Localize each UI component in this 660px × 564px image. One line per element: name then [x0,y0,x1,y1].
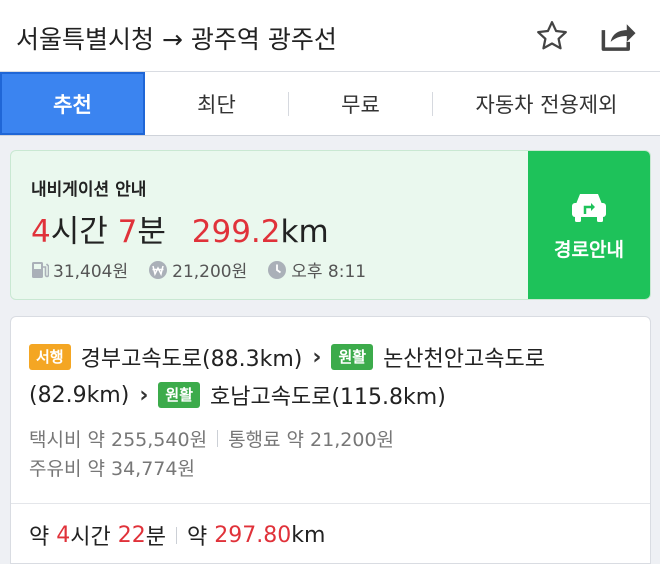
summary-prefix: 약 [186,525,208,550]
road-sequence-line-2: (82.9km) › 원활 호남고속도로(115.8km) [29,379,446,411]
tab-exclude-motorway[interactable]: 자동차 전용제외 [433,72,660,135]
traffic-badge-smooth: 원활 [331,344,374,370]
summary-hours: 4 [56,522,71,548]
cost-line-2: 주유비 약 34,774원 [29,454,195,481]
chevron-right-icon: › [312,344,322,370]
road-name: 경부고속도로(88.3km) [80,347,303,372]
summary-distance: 297.80 [214,522,292,548]
tab-label: 최단 [197,92,236,117]
summary-divider [175,526,177,544]
fuel-icon [31,260,49,280]
route-summary: 약 4 시간 22 분 약 297.80 km [29,519,325,551]
summary-distance-unit: km [291,522,326,548]
cost-line-1: 택시비 약 255,540원 통행료 약 21,200원 [29,425,394,452]
arrival-time: 오후 8:11 [267,257,366,282]
navigation-label: 내비게이션 안내 [31,180,147,200]
road-distance: (82.9km) [29,382,130,408]
nav-hours-unit: 시간 [50,214,108,250]
summary-hours-unit: 시간 [70,525,111,550]
toll-fare: 통행료 약 21,200원 [228,429,395,451]
summary-minutes: 22 [117,522,146,548]
nav-minutes-unit: 분 [137,214,166,250]
route-guide-button[interactable]: 경로안내 [528,151,650,299]
traffic-badge-slow: 서행 [29,344,71,370]
road-name: 호남고속도로(115.8km) [210,385,446,410]
tab-free[interactable]: 무료 [289,72,432,135]
route-header: 서울특별시청 → 광주역 광주선 [0,0,660,72]
summary-prefix: 약 [29,525,50,550]
taxi-fare: 택시비 약 255,540원 [29,429,208,451]
tab-label: 자동차 전용제외 [475,92,618,117]
navigation-time-distance: 4시간 7분 299.2km [31,206,329,251]
nav-distance-unit: km [280,214,329,250]
route-title: 서울특별시청 → 광주역 광주선 [16,20,337,56]
tab-shortest[interactable]: 최단 [145,72,288,135]
destination-name: 광주역 광주선 [190,25,337,54]
card-divider [11,503,650,504]
arrival-time-value: 오후 8:11 [291,262,367,282]
toll-cost-value: 21,200원 [172,262,248,282]
favorite-button[interactable] [532,16,572,56]
origin-name: 서울특별시청 [16,25,155,54]
road-sequence-line-1: 서행 경부고속도로(88.3km) › 원활 논산천안고속도로 [29,341,545,373]
toll-cost: 21,200원 [148,257,247,282]
cost-divider [217,430,219,447]
share-icon [601,24,636,51]
fuel-fare: 주유비 약 34,774원 [29,458,195,480]
navigation-meta: 31,404원 21,200원 오후 8:11 [31,257,386,282]
summary-minutes-unit: 분 [145,525,166,550]
share-button[interactable] [598,16,638,56]
tab-label: 무료 [341,92,380,117]
chevron-right-icon: › [139,382,149,408]
star-icon [537,21,567,50]
traffic-badge-smooth: 원활 [158,382,201,408]
road-name: 논산천안고속도로 [383,347,545,372]
nav-distance: 299.2 [191,214,281,250]
clock-icon [267,260,287,280]
tab-label: 추천 [53,92,92,117]
nav-minutes: 7 [117,214,138,250]
route-guide-label: 경로안내 [554,238,624,261]
route-option-tabs: 추천 최단 무료 자동차 전용제외 [0,72,660,136]
tab-recommended[interactable]: 추천 [0,72,145,135]
navigation-card[interactable]: 내비게이션 안내 4시간 7분 299.2km 31,404원 21,200원 … [10,150,651,300]
fuel-cost: 31,404원 [31,257,128,282]
route-detail-card[interactable]: 서행 경부고속도로(88.3km) › 원활 논산천안고속도로 (82.9km)… [10,316,651,564]
won-coin-icon [148,260,168,280]
car-directions-icon [572,193,606,222]
nav-hours: 4 [31,214,51,250]
route-arrow: → [161,25,183,54]
fuel-cost-value: 31,404원 [53,262,129,282]
